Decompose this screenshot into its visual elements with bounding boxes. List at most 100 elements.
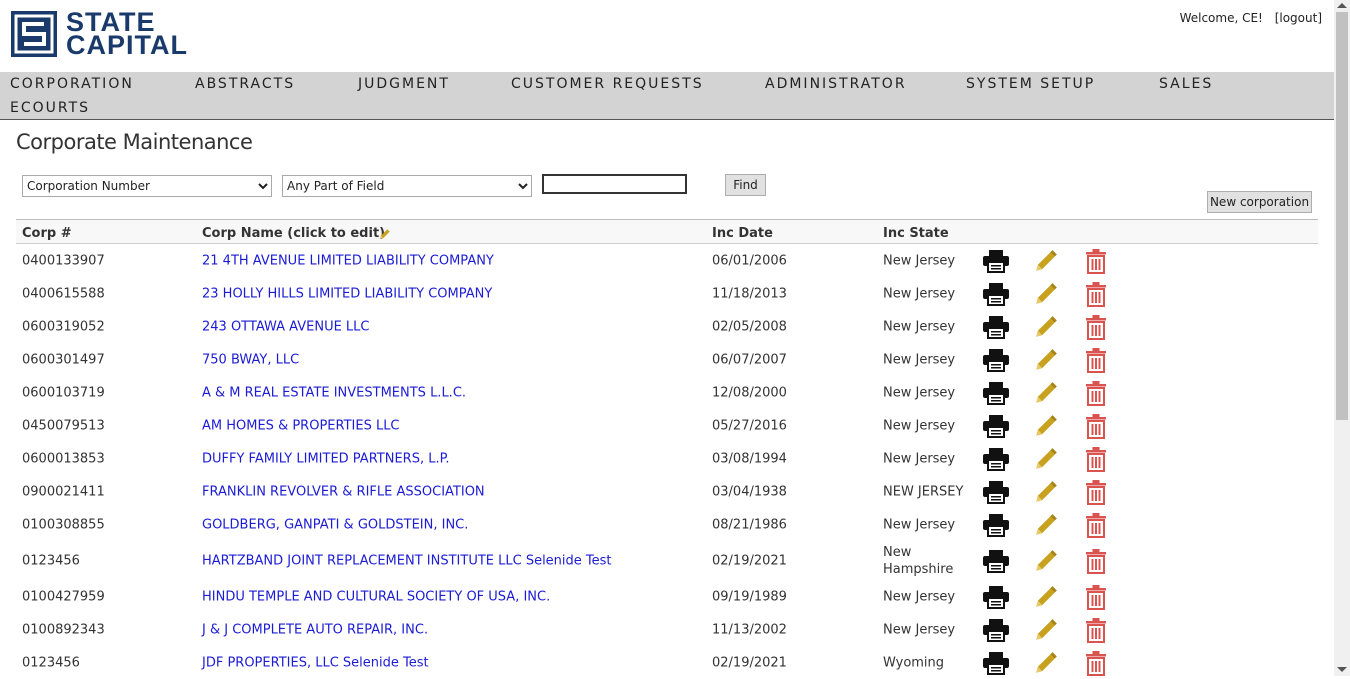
inc-state: New Jersey [883,451,956,466]
pencil-icon[interactable] [1032,379,1060,407]
corp-name-link[interactable]: 23 HOLLY HILLS LIMITED LIABILITY COMPANY [202,286,492,301]
nav-ecourts[interactable]: ECOURTS [10,100,90,116]
trash-icon[interactable] [1082,478,1110,506]
nav-customer-requests[interactable]: CUSTOMER REQUESTS [511,76,704,92]
inc-state: New Jersey [883,319,956,334]
pencil-icon[interactable] [1032,445,1060,473]
logo-mark-icon [11,11,57,57]
pencil-icon[interactable] [1032,616,1060,644]
corp-name-link[interactable]: J & J COMPLETE AUTO REPAIR, INC. [202,622,428,637]
inc-date: 03/08/1994 [712,451,787,466]
page-title: Corporate Maintenance [16,130,253,154]
printer-icon[interactable] [982,346,1010,374]
logo-text: STATE CAPITAL [66,9,188,59]
inc-date: 11/13/2002 [712,622,787,637]
corp-name-link[interactable]: AM HOMES & PROPERTIES LLC [202,418,400,433]
inc-state: New Jersey [883,385,956,400]
welcome-text: Welcome, CE! [1179,11,1263,25]
trash-icon[interactable] [1082,649,1110,677]
printer-icon[interactable] [982,412,1010,440]
inc-date: 02/19/2021 [712,553,787,568]
trash-icon[interactable] [1082,412,1110,440]
trash-icon[interactable] [1082,346,1110,374]
inc-state: New Jersey [883,622,956,637]
table-row: 0400133907 21 4TH AVENUE LIMITED LIABILIT… [16,244,1318,277]
printer-icon[interactable] [982,280,1010,308]
corp-name-link[interactable]: FRANKLIN REVOLVER & RIFLE ASSOCIATION [202,484,485,499]
scrollbar[interactable] [1334,0,1350,676]
trash-icon[interactable] [1082,280,1110,308]
scroll-down-icon[interactable] [1337,667,1347,672]
pencil-icon[interactable] [1032,412,1060,440]
corp-name-link[interactable]: DUFFY FAMILY LIMITED PARTNERS, L.P. [202,451,450,466]
corp-name-link[interactable]: A & M REAL ESTATE INVESTMENTS L.L.C. [202,385,466,400]
corp-name-link[interactable]: HARTZBAND JOINT REPLACEMENT INSTITUTE LL… [202,553,612,568]
logout-link[interactable]: [logout] [1275,11,1322,25]
corp-name-link[interactable]: 243 OTTAWA AVENUE LLC [202,319,370,334]
inc-date: 12/08/2000 [712,385,787,400]
trash-icon[interactable] [1082,379,1110,407]
corp-number: 0450079513 [22,418,105,433]
table-row: 0600301497 750 BWAY, LLC 06/07/2007 New Jer… [16,343,1318,376]
corp-number: 0100892343 [22,622,105,637]
printer-icon[interactable] [982,313,1010,341]
nav-system-setup[interactable]: SYSTEM SETUP [966,76,1095,92]
table-row: 0123456 JDF PROPERTIES, LLC Selenide Test… [16,646,1318,679]
scroll-up-icon[interactable] [1337,3,1347,8]
find-button[interactable]: Find [725,174,766,196]
pencil-icon[interactable] [1032,313,1060,341]
pencil-icon[interactable] [1032,346,1060,374]
corp-name-link[interactable]: GOLDBERG, GANPATI & GOLDSTEIN, INC. [202,517,468,532]
trash-icon[interactable] [1082,247,1110,275]
inc-date: 02/05/2008 [712,319,787,334]
printer-icon[interactable] [982,649,1010,677]
printer-icon[interactable] [982,379,1010,407]
pencil-icon[interactable] [1032,583,1060,611]
search-field-select[interactable]: Corporation Number [22,175,272,197]
trash-icon[interactable] [1082,583,1110,611]
table-row: 0400615588 23 HOLLY HILLS LIMITED LIABILI… [16,277,1318,310]
trash-icon[interactable] [1082,616,1110,644]
inc-date: 06/01/2006 [712,253,787,268]
printer-icon[interactable] [982,247,1010,275]
pencil-icon[interactable] [1032,511,1060,539]
nav-abstracts[interactable]: ABSTRACTS [195,76,295,92]
pencil-icon[interactable] [1032,478,1060,506]
nav-administrator[interactable]: ADMINISTRATOR [765,76,907,92]
corp-number: 0100308855 [22,517,105,532]
printer-icon[interactable] [982,511,1010,539]
trash-icon[interactable] [1082,547,1110,575]
nav-judgment[interactable]: JUDGMENT [358,76,450,92]
new-corporation-button[interactable]: New corporation [1207,191,1312,213]
printer-icon[interactable] [982,616,1010,644]
pencil-icon[interactable] [1032,280,1060,308]
match-type-select[interactable]: Any Part of Field [282,175,532,197]
nav-corporation[interactable]: CORPORATION [10,76,134,92]
inc-state: Wyoming [883,655,945,670]
inc-state: New Jersey [883,286,956,301]
search-input[interactable] [542,174,687,194]
inc-date: 02/19/2021 [712,655,787,670]
corp-number: 0400615588 [22,286,105,301]
corp-name-link[interactable]: 21 4TH AVENUE LIMITED LIABILITY COMPANY [202,253,494,268]
table-row: 0600013853 DUFFY FAMILY LIMITED PARTNERS,… [16,442,1318,475]
inc-state: New Jersey [883,352,956,367]
table-body: 0400133907 21 4TH AVENUE LIMITED LIABILIT… [16,244,1318,679]
printer-icon[interactable] [982,583,1010,611]
pencil-icon[interactable] [1032,247,1060,275]
header-corp: Corp # [22,226,72,241]
trash-icon[interactable] [1082,511,1110,539]
inc-date: 06/07/2007 [712,352,787,367]
printer-icon[interactable] [982,445,1010,473]
scroll-thumb[interactable] [1336,12,1348,420]
pencil-icon[interactable] [1032,547,1060,575]
corp-name-link[interactable]: JDF PROPERTIES, LLC Selenide Test [202,655,429,670]
pencil-icon[interactable] [1032,649,1060,677]
nav-sales[interactable]: SALES [1159,76,1213,92]
corp-name-link[interactable]: HINDU TEMPLE AND CULTURAL SOCIETY OF USA… [202,589,550,604]
trash-icon[interactable] [1082,313,1110,341]
printer-icon[interactable] [982,478,1010,506]
printer-icon[interactable] [982,547,1010,575]
corp-name-link[interactable]: 750 BWAY, LLC [202,352,299,367]
trash-icon[interactable] [1082,445,1110,473]
